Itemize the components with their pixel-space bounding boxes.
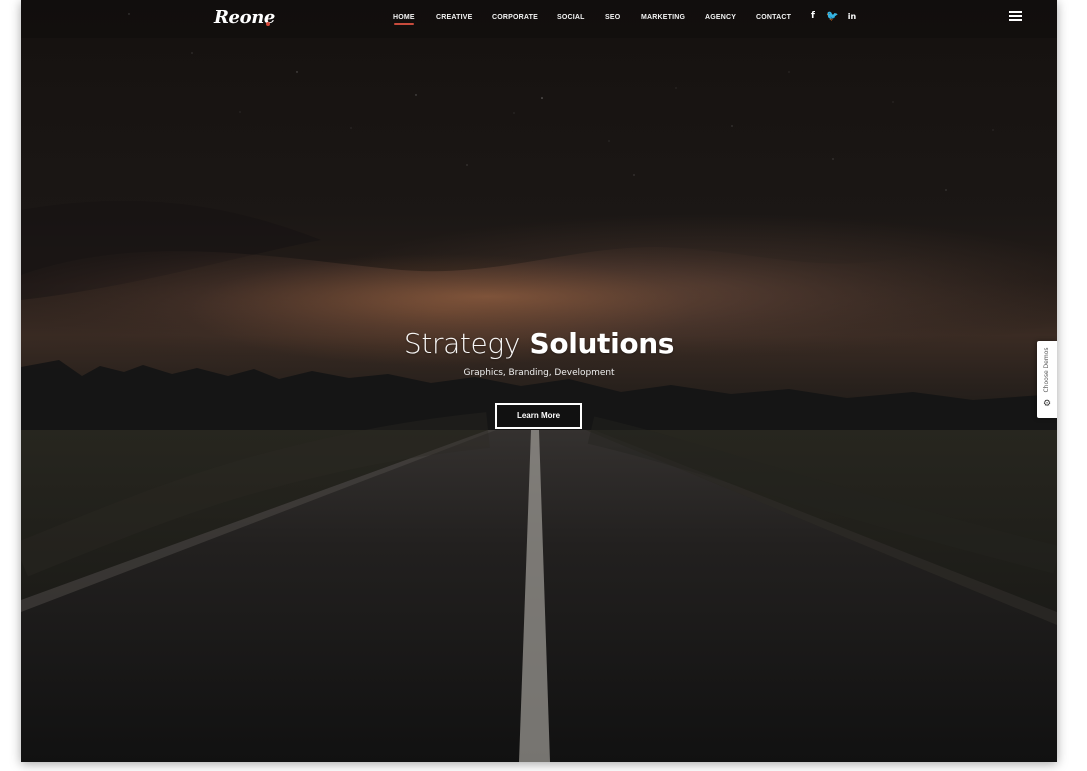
hero-title-bold: Solutions xyxy=(529,327,675,360)
choose-demos-label: Choose Demos xyxy=(1043,347,1050,393)
active-nav-indicator xyxy=(394,23,414,25)
starry-sky xyxy=(128,13,994,191)
brand-logo-dot xyxy=(266,22,270,26)
nav-contact[interactable]: CONTACT xyxy=(756,11,791,25)
facebook-icon[interactable]: f xyxy=(807,10,819,23)
nav-corporate[interactable]: CORPORATE xyxy=(492,11,538,25)
nav-agency[interactable]: AGENCY xyxy=(705,11,736,25)
gear-icon: ⚙ xyxy=(1043,399,1052,409)
hero-subtitle: Graphics, Branding, Development xyxy=(463,368,615,378)
menu-line xyxy=(1009,11,1022,13)
night-road-landscape xyxy=(21,201,1057,762)
learn-more-button[interactable]: Learn More xyxy=(495,403,582,429)
menu-line xyxy=(1009,19,1022,21)
nav-creative[interactable]: CREATIVE xyxy=(436,11,472,25)
website-screenshot: Reone HOME CREATIVE CORPORATE SOCIAL SEO… xyxy=(21,0,1057,762)
nav-seo[interactable]: SEO xyxy=(605,11,620,25)
linkedin-icon[interactable]: in xyxy=(846,10,858,23)
choose-demos-panel[interactable]: Choose Demos ⚙ xyxy=(1037,341,1057,418)
brand-logo[interactable]: Reone xyxy=(214,6,275,30)
hero-title-light: Strategy xyxy=(403,327,521,360)
twitter-icon[interactable]: 🐦 xyxy=(826,10,838,23)
nav-marketing[interactable]: MARKETING xyxy=(641,11,685,25)
site-header: Reone HOME CREATIVE CORPORATE SOCIAL SEO… xyxy=(21,0,1057,38)
hamburger-menu-icon[interactable] xyxy=(1009,11,1022,22)
menu-line xyxy=(1009,15,1022,17)
hero-section xyxy=(21,0,1057,762)
hero-title: Strategy Solutions xyxy=(21,324,1057,364)
nav-social[interactable]: SOCIAL xyxy=(557,11,585,25)
